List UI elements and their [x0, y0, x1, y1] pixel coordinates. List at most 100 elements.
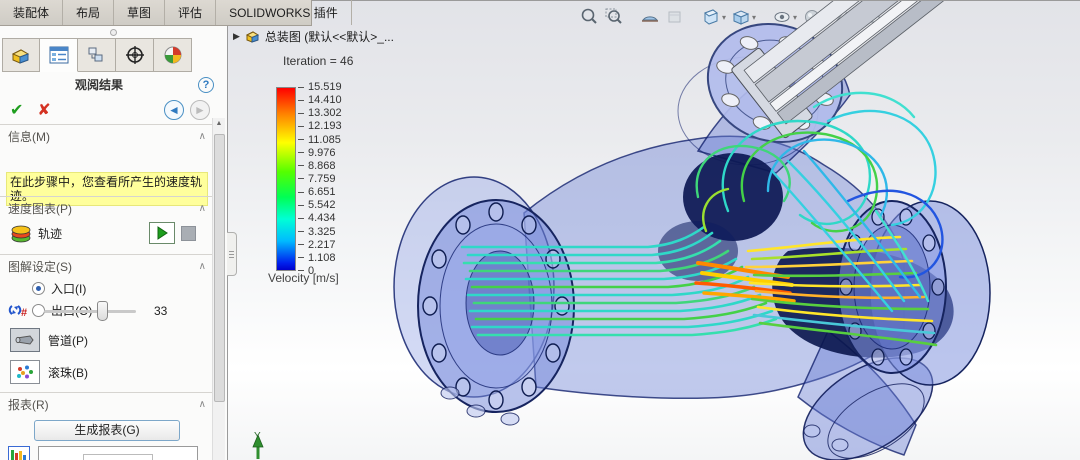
point-count-row: # 33: [8, 302, 208, 320]
legend-value: 7.759: [308, 173, 336, 185]
outlet-flange: [838, 201, 990, 385]
chevron-up-icon[interactable]: ∧: [199, 203, 206, 214]
pipe-toggle-button[interactable]: [10, 328, 40, 352]
forward-arrow-icon[interactable]: ►: [190, 100, 210, 120]
section-info[interactable]: 信息(M) ∧: [8, 128, 206, 145]
scroll-up-arrow-icon[interactable]: ▲: [213, 118, 225, 130]
trajectory-label: 轨迹: [38, 225, 62, 242]
tab-solidworks-addins[interactable]: SOLIDWORKS 插件: [216, 0, 352, 25]
breadcrumb[interactable]: ▶ 总装图 (默认<<默认>_...: [233, 28, 394, 45]
manager-tabs: [2, 38, 192, 72]
legend-value: 9.976: [308, 147, 336, 159]
tab-assembly[interactable]: 装配体: [0, 0, 63, 25]
section-info-label: 信息(M): [8, 128, 50, 145]
dimxpert-icon: [125, 45, 145, 65]
slider-thumb[interactable]: [97, 301, 108, 321]
legend-value: 14.410: [308, 94, 342, 106]
panel-scrollbar[interactable]: ▲: [212, 118, 225, 460]
configuration-manager-icon: [87, 46, 107, 64]
stop-button[interactable]: [181, 226, 196, 241]
chevron-up-icon[interactable]: ∧: [199, 131, 206, 142]
legend-value: 2.217: [308, 239, 336, 251]
confirm-check-icon[interactable]: ✔: [10, 100, 23, 120]
expand-arrow-icon[interactable]: ▶: [233, 31, 240, 42]
report-preview-box[interactable]: [38, 446, 198, 460]
graphics-viewport[interactable]: ▾ ▾ ▾ ▾ ▾ ▾: [228, 0, 1080, 460]
trajectory-row[interactable]: 轨迹: [10, 222, 210, 244]
triad-y-axis: Y: [253, 431, 263, 459]
slider-value: 33: [154, 304, 167, 318]
valve-stem: [731, 1, 1029, 139]
tab-property-manager[interactable]: [40, 38, 78, 72]
ball-label: 滚珠(B): [48, 364, 88, 381]
tab-layout[interactable]: 布局: [63, 0, 114, 25]
play-button[interactable]: [149, 222, 175, 244]
inlet-radio-row[interactable]: 入口(I): [32, 280, 86, 297]
velocity-legend: 15.519 14.410 13.302 12.193 11.085 9.976…: [276, 81, 342, 277]
tab-dimxpert-manager[interactable]: [116, 38, 154, 72]
solidworks-window: ▾ ▾ ▾ ▾ ▾ ▾: [0, 0, 1080, 460]
panel-actions: ✔ ✘ ◄ ►: [0, 98, 228, 122]
legend-value: 15.519: [308, 81, 342, 93]
legend-value: 4.434: [308, 212, 336, 224]
legend-value: 3.325: [308, 226, 336, 238]
point-count-slider[interactable]: [44, 310, 136, 313]
flow-simulation-model[interactable]: Y: [228, 1, 1080, 460]
tab-configuration-manager[interactable]: [78, 38, 116, 72]
inlet-radio-label: 入口(I): [51, 280, 86, 297]
legend-values: 15.519 14.410 13.302 12.193 11.085 9.976…: [298, 81, 342, 277]
panel-title: 观阅结果: [0, 76, 198, 93]
back-arrow-icon[interactable]: ◄: [164, 100, 184, 120]
property-manager-icon: [49, 46, 69, 64]
display-manager-icon: [163, 45, 183, 65]
help-icon[interactable]: ?: [198, 77, 214, 93]
pipe-icon: [15, 334, 35, 346]
scrollbar-thumb[interactable]: [214, 134, 225, 402]
section-velocity-plots-label: 速度图表(P): [8, 200, 72, 217]
trajectory-plot-icon: [10, 223, 32, 243]
pipe-row[interactable]: 管道(P): [10, 328, 88, 352]
legend-title: Velocity [m/s]: [268, 271, 339, 285]
ball-row[interactable]: 滚珠(B): [10, 360, 88, 384]
section-velocity-plots[interactable]: 速度图表(P) ∧: [8, 200, 206, 217]
legend-value: 13.302: [308, 107, 342, 119]
legend-value: 6.651: [308, 186, 336, 198]
tab-sketch[interactable]: 草图: [114, 0, 165, 25]
report-thumbnail-icon[interactable]: [8, 446, 30, 460]
section-report-label: 报表(R): [8, 396, 49, 413]
panel-title-row: 观阅结果 ?: [0, 76, 228, 93]
tab-feature-manager[interactable]: [2, 38, 40, 72]
svg-text:#: #: [21, 307, 27, 319]
legend-value: 11.085: [308, 134, 341, 146]
legend-value: 5.542: [308, 199, 336, 211]
panel-collapse-dot[interactable]: [110, 29, 117, 36]
chevron-up-icon[interactable]: ∧: [199, 261, 206, 272]
cancel-cross-icon[interactable]: ✘: [37, 100, 50, 120]
section-plot-settings-label: 图解设定(S): [8, 258, 72, 275]
generate-report-button[interactable]: 生成报表(G): [34, 420, 180, 441]
ball-icon: [15, 364, 35, 380]
assembly-icon: [245, 30, 260, 43]
legend-value: 1.108: [308, 252, 336, 264]
play-icon: [155, 226, 169, 240]
report-preview-inner: [83, 454, 153, 460]
ribbon-tab-strip: 装配体 布局 草图 评估 SOLIDWORKS 插件: [0, 0, 312, 26]
section-report[interactable]: 报表(R) ∧: [8, 396, 206, 413]
iteration-label: Iteration = 46: [283, 54, 353, 68]
pipe-label: 管道(P): [48, 332, 88, 349]
ball-toggle-button[interactable]: [10, 360, 40, 384]
report-preview-row: [8, 446, 198, 460]
property-manager-panel: 观阅结果 ? ✔ ✘ ◄ ► 信息(M) ∧ 在此步骤中，您查看所产生的速度轨迹…: [0, 26, 228, 460]
panel-splitter-handle[interactable]: [227, 232, 237, 276]
color-scale-bar: [276, 87, 296, 271]
section-plot-settings[interactable]: 图解设定(S) ∧: [8, 258, 206, 275]
chevron-up-icon[interactable]: ∧: [199, 399, 206, 410]
inlet-radio[interactable]: [32, 282, 45, 295]
rotate-number-icon: #: [8, 302, 30, 320]
breadcrumb-label: 总装图 (默认<<默认>_...: [265, 28, 394, 45]
legend-value: 8.868: [308, 160, 336, 172]
feature-manager-icon: [11, 47, 31, 64]
legend-value: 12.193: [308, 120, 342, 132]
tab-display-manager[interactable]: [154, 38, 192, 72]
tab-evaluate[interactable]: 评估: [165, 0, 216, 25]
